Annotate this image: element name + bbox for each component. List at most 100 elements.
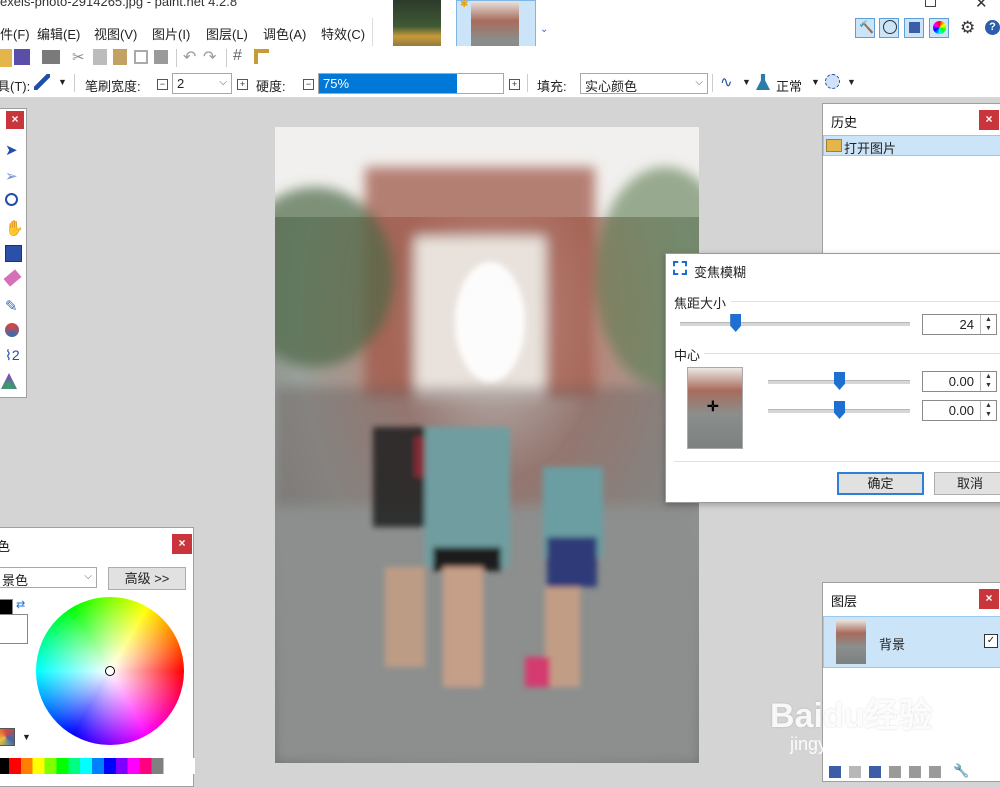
redo-icon[interactable]: ↷ [203,47,221,66]
tabs-dropdown-icon[interactable]: ⌄ [540,24,548,35]
move-layer-up-icon[interactable] [909,766,921,778]
blend-mode-value[interactable]: 正常 [776,76,802,95]
amount-slider-thumb[interactable] [730,314,742,332]
hammer-icon: 🔨 [859,20,874,34]
secondary-color-swatch[interactable] [0,614,28,644]
grid-icon[interactable]: # [233,47,251,65]
center-y-slider-thumb[interactable] [834,401,845,419]
tools-panel-close-icon[interactable]: × [6,111,24,129]
advanced-colors-button[interactable]: 高级 >> [108,567,186,590]
recolor-icon[interactable] [5,323,19,337]
color-wheel[interactable] [36,597,184,745]
ok-button[interactable]: 确定 [837,472,924,495]
center-x-slider-thumb[interactable] [834,372,845,390]
layer-visibility-checkbox[interactable]: ✓ [984,634,998,648]
settings-gear-icon[interactable]: ⚙ [960,18,975,38]
print-icon[interactable] [42,50,60,64]
rectangle-select-icon[interactable] [5,245,22,262]
layers-icon [909,22,920,33]
history-panel-close-icon[interactable]: × [979,110,999,130]
blend-mode-icon[interactable] [756,74,770,90]
blend-dropdown-arrow[interactable]: ▼ [811,77,820,87]
cancel-button[interactable]: 取消 [934,472,1000,495]
open-folder-icon[interactable] [0,49,12,67]
center-preview-thumbnail[interactable]: ✛ [687,367,743,449]
selection-mode-icon[interactable] [825,74,840,89]
tools-panel: × ➤ ➢ ✋ ✎ ⌇2 [0,108,27,398]
menu-layers[interactable]: 图层(L) [206,24,248,43]
brush-tool-icon[interactable] [34,74,50,90]
menu-adjustments[interactable]: 调色(A) [263,24,306,43]
hardness-slider[interactable]: 75% [318,73,504,94]
brush-width-decrease[interactable]: − [157,79,168,90]
antialias-dropdown-arrow[interactable]: ▼ [742,77,751,87]
brush-width-combo[interactable]: 2 ⌵ [172,73,232,94]
layers-panel-close-icon[interactable]: × [979,589,999,609]
menu-file[interactable]: 件(F) [0,24,30,43]
ruler-icon[interactable] [254,49,269,64]
merge-layer-icon[interactable] [889,766,901,778]
maximize-icon[interactable] [925,0,936,7]
colors-panel: 色 × 景色 ⌵ 高级 >> ⇄ ▼ [0,527,195,787]
colors-window-toggle[interactable] [929,18,949,38]
deselect-icon[interactable] [154,50,168,64]
menu-effects[interactable]: 特效(C) [321,24,365,43]
swap-colors-icon[interactable]: ⇄ [16,598,25,611]
move-selected-icon[interactable]: ➤ [5,141,18,159]
center-y-spin-buttons[interactable]: ▲ ▼ [980,401,996,420]
chevron-down-icon: ⌵ [84,571,92,582]
menu-image[interactable]: 图片(I) [152,24,190,43]
duplicate-layer-icon[interactable] [869,766,881,778]
layer-row[interactable]: 背景 ✓ [823,616,1000,668]
palette-strip[interactable] [0,758,195,774]
help-icon[interactable]: ? [985,20,1000,35]
zoom-blur-icon [673,261,687,275]
amount-spin-buttons[interactable]: ▲ ▼ [980,315,996,334]
center-x-spin-buttons[interactable]: ▲ ▼ [980,372,996,391]
shapes-icon[interactable] [1,373,17,389]
center-crosshair-icon[interactable]: ✛ [707,398,719,415]
paste-icon[interactable] [113,49,127,65]
menu-edit[interactable]: 编辑(E) [37,24,80,43]
copy-icon[interactable] [93,49,107,65]
zoom-icon[interactable] [5,193,18,206]
chevron-down-icon: ⌵ [695,77,703,88]
move-layer-down-icon[interactable] [929,766,941,778]
undo-icon[interactable]: ↶ [183,47,201,66]
menu-view[interactable]: 视图(V) [94,24,137,43]
color-mode-combo[interactable]: 景色 ⌵ [0,567,97,588]
window-title: exels-photo-2914265.jpg - paint.net 4.2.… [0,0,238,9]
antialias-icon[interactable]: ∿ [720,73,733,91]
hardness-decrease[interactable]: − [303,79,314,90]
brush-width-increase[interactable]: + [237,79,248,90]
history-item[interactable]: 打开图片 [823,135,1000,156]
color-wheel-cursor[interactable] [105,666,115,676]
tools-window-toggle[interactable]: 🔨 [855,18,875,38]
eraser-icon[interactable] [3,269,22,287]
amount-spinbox[interactable]: 24 ▲ ▼ [922,314,997,335]
delete-layer-icon[interactable] [849,766,861,778]
crop-icon[interactable] [134,50,148,64]
colors-panel-close-icon[interactable]: × [172,534,192,554]
pan-hand-icon[interactable]: ✋ [5,219,24,237]
palette-dropdown-arrow[interactable]: ▼ [22,732,31,742]
selection-dropdown-arrow[interactable]: ▼ [847,77,856,87]
hardness-increase[interactable]: + [509,79,520,90]
tool-dropdown-arrow[interactable]: ▼ [58,77,67,87]
fill-mode-combo[interactable]: 实心颜色 ⌵ [580,73,708,94]
image-canvas[interactable] [275,127,699,763]
move-selection-icon[interactable]: ➢ [5,167,18,185]
cut-icon[interactable]: ✂ [72,48,90,66]
center-y-spinbox[interactable]: 0.00 ▲ ▼ [922,400,997,421]
add-layer-icon[interactable] [829,766,841,778]
amount-slider-track[interactable] [680,322,910,326]
save-icon[interactable] [14,49,30,65]
line-curve-icon[interactable]: ⌇2 [5,347,20,364]
center-x-spinbox[interactable]: 0.00 ▲ ▼ [922,371,997,392]
color-picker-icon[interactable]: ✎ [5,297,18,315]
palette-icon[interactable] [0,728,15,746]
close-window-icon[interactable]: ✕ [975,0,988,12]
toolbar-separator [527,74,528,92]
history-window-toggle[interactable] [879,18,899,38]
layers-window-toggle[interactable] [904,18,924,38]
